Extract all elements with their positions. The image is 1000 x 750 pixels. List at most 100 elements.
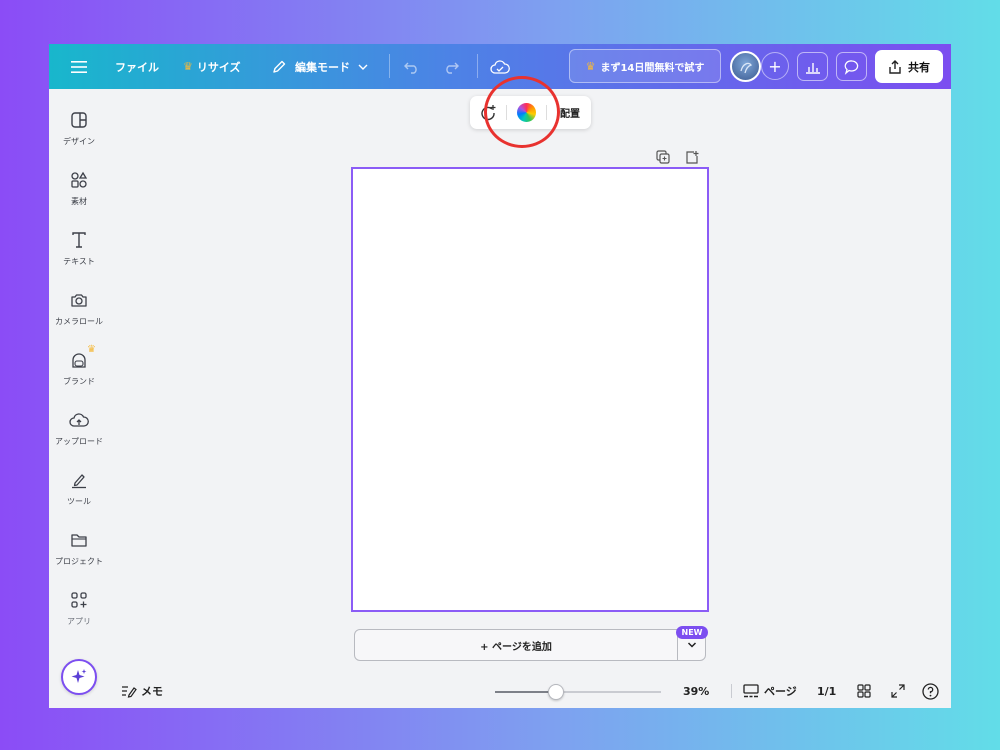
sidebar-item-label: カメラロール [55,317,103,326]
design-canvas-page[interactable] [351,167,709,612]
resize-button[interactable]: ♛ リサイズ [183,44,241,89]
sparkle-icon [71,669,87,683]
edit-mode-dropdown[interactable]: 編集モード [271,44,368,89]
animate-button[interactable] [477,96,499,129]
main-menu-button[interactable] [69,44,89,89]
pages-label: ページ [764,685,797,698]
undo-icon [404,62,417,74]
pages-button[interactable]: ページ [743,682,797,700]
avatar[interactable] [730,51,761,82]
sidebar-item-text[interactable]: テキスト [49,226,109,282]
sidebar-item-brand[interactable]: ♛ ブランド [49,344,109,402]
sidebar-item-tools[interactable]: ツール [49,466,109,522]
toolbar-divider [477,54,478,78]
page-count: 1/1 [817,684,837,698]
upload-icon [69,413,89,427]
help-icon [921,682,939,700]
arrange-label: 配置 [560,109,580,120]
sidebar-item-label: アプリ [67,617,91,626]
toolbar-divider [546,105,547,120]
text-icon [72,232,86,248]
add-collaborator-button[interactable]: + [761,52,789,80]
sidebar-item-label: テキスト [63,257,95,266]
magic-assistant-button[interactable] [61,659,97,695]
notes-icon [122,686,137,698]
chevron-down-icon [358,64,368,70]
add-page-icon [686,151,699,164]
camera-icon [71,294,87,307]
zoom-slider-fill [495,691,555,693]
add-page-top-button[interactable] [683,148,701,166]
crown-icon: ♛ [183,60,193,73]
bottom-divider [731,684,732,698]
chevron-down-icon [687,642,697,648]
new-badge: NEW [676,626,708,639]
add-page-button[interactable]: + ページを追加 [355,630,677,660]
sidebar-item-label: ツール [67,497,91,506]
sidebar-item-design[interactable]: デザイン [49,106,109,162]
grid-view-button[interactable] [855,682,873,700]
avatar-image-icon [739,62,752,73]
editor-window: ファイル ♛ リサイズ 編集モード ♛ まず14日間無料で試す + 共有 デザイ… [49,44,951,708]
redo-button[interactable] [440,44,462,89]
toolbar-divider [389,54,390,78]
add-page-control: + ページを追加 [354,629,706,661]
sidebar-item-elements[interactable]: 素材 [49,166,109,222]
color-wheel-icon [516,103,536,122]
file-menu-label: ファイル [115,60,159,74]
sidebar-item-label: デザイン [63,137,95,146]
plus-icon: + [768,56,782,76]
free-trial-button[interactable]: ♛ まず14日間無料で試す [569,49,721,83]
edit-mode-label: 編集モード [295,60,350,74]
comment-icon [844,59,858,75]
toolbar-divider [506,105,507,120]
redo-icon [446,62,459,74]
design-icon [71,112,87,128]
top-toolbar: ファイル ♛ リサイズ 編集モード ♛ まず14日間無料で試す + 共有 [49,44,951,89]
add-page-label: + ページを追加 [480,641,552,653]
grid-icon [857,684,871,698]
sidebar-item-projects[interactable]: プロジェクト [49,526,109,582]
share-upload-icon [889,59,901,74]
sidebar-item-label: ブランド [63,377,95,386]
brand-icon [72,353,86,368]
elements-icon [71,171,88,188]
apps-icon [71,592,87,608]
sidebar-item-label: アップロード [55,437,103,446]
save-status-button[interactable] [489,44,511,89]
expand-icon [891,684,905,698]
pages-icon [743,684,759,698]
share-button[interactable]: 共有 [875,50,943,83]
background-color-button[interactable] [515,96,537,129]
pencil-icon [273,60,286,73]
hamburger-icon [71,60,87,73]
notes-label: メモ [141,685,163,698]
bar-chart-icon [805,62,820,74]
sidebar-item-label: プロジェクト [55,557,103,566]
context-toolbar: 配置 [470,96,591,129]
sidebar-item-apps[interactable]: アプリ [49,586,109,642]
resize-label: リサイズ [196,60,241,74]
notes-button[interactable]: メモ [121,682,163,700]
tools-icon [72,474,86,489]
crown-icon: ♛ [87,344,96,355]
comments-button[interactable] [836,52,867,81]
free-trial-label: まず14日間無料で試す [600,62,705,74]
crown-icon: ♛ [585,59,596,73]
file-menu-button[interactable]: ファイル [115,44,159,89]
arrange-button[interactable]: 配置 [560,96,580,129]
duplicate-page-button[interactable] [654,148,672,166]
insights-button[interactable] [797,52,828,81]
sidebar-item-upload[interactable]: アップロード [49,406,109,462]
undo-button[interactable] [401,44,423,89]
sidebar-item-camera-roll[interactable]: カメラロール [49,286,109,342]
folder-icon [71,534,87,547]
zoom-slider-thumb[interactable] [548,684,564,700]
left-sidebar: デザイン 素材 テキスト カメラロール ♛ ブランド アップロード ツール プロ… [49,89,109,708]
share-label: 共有 [908,60,930,74]
help-button[interactable] [921,682,939,700]
zoom-level[interactable]: 39% [683,682,709,700]
animate-icon [481,104,496,120]
cloud-check-icon [490,59,510,74]
fullscreen-button[interactable] [889,682,907,700]
